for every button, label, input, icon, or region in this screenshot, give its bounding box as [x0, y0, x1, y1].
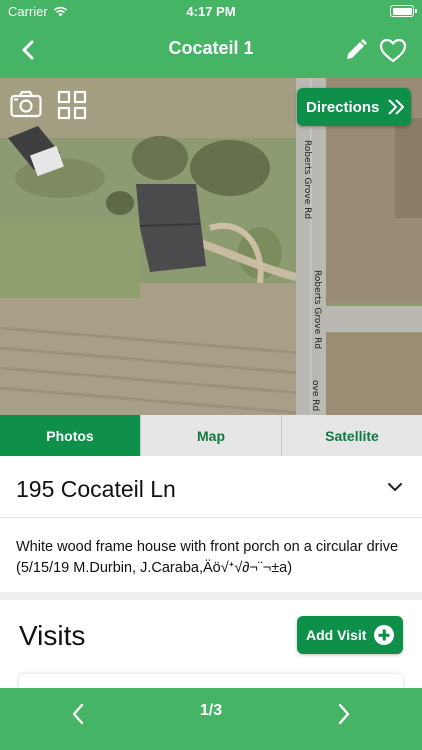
road-label: Roberts Grove Rd [302, 140, 312, 220]
chevron-right-icon [338, 703, 350, 725]
battery-icon [390, 5, 417, 17]
aerial-photo[interactable]: Roberts Grove Rd Roberts Grove Rd ove Rd… [0, 78, 422, 415]
camera-icon [10, 90, 42, 118]
clock: 4:17 PM [186, 4, 236, 19]
aerial-imagery [0, 78, 422, 415]
road-label: Roberts Grove Rd [312, 270, 322, 350]
favorite-button[interactable] [376, 34, 410, 66]
tab-satellite[interactable]: Satellite [282, 415, 422, 456]
gallery-grid-button[interactable] [57, 90, 87, 120]
place-description: White wood frame house with front porch … [16, 539, 399, 576]
next-button[interactable] [328, 698, 360, 730]
road-label: ove Rd [310, 380, 320, 412]
view-mode-tabs: Photos Map Satellite [0, 415, 422, 456]
visits-heading: Visits [19, 620, 86, 651]
camera-button[interactable] [10, 90, 44, 120]
chevron-down-icon[interactable] [385, 477, 405, 497]
pager-bar: 1/3 [0, 688, 422, 750]
directions-button[interactable]: Directions [297, 88, 411, 126]
tab-map[interactable]: Map [141, 415, 282, 456]
double-chevron-right-icon [388, 99, 405, 115]
plus-circle-icon [374, 625, 395, 645]
directions-label: Directions [306, 98, 380, 116]
nav-bar: Cocateil 1 [0, 22, 422, 78]
address-text: 195 Cocateil Ln [16, 476, 176, 502]
address-row[interactable]: 195 Cocateil Ln [0, 456, 422, 518]
edit-button[interactable] [340, 34, 372, 66]
grid-icon [57, 90, 87, 120]
heart-outline-icon [379, 38, 407, 62]
add-visit-button[interactable]: Add Visit [297, 616, 403, 654]
add-visit-label: Add Visit [306, 627, 367, 643]
pencil-icon [347, 39, 367, 59]
section-divider [0, 592, 422, 600]
status-bar: Carrier 4:17 PM [0, 0, 422, 22]
tab-photos[interactable]: Photos [0, 415, 141, 456]
